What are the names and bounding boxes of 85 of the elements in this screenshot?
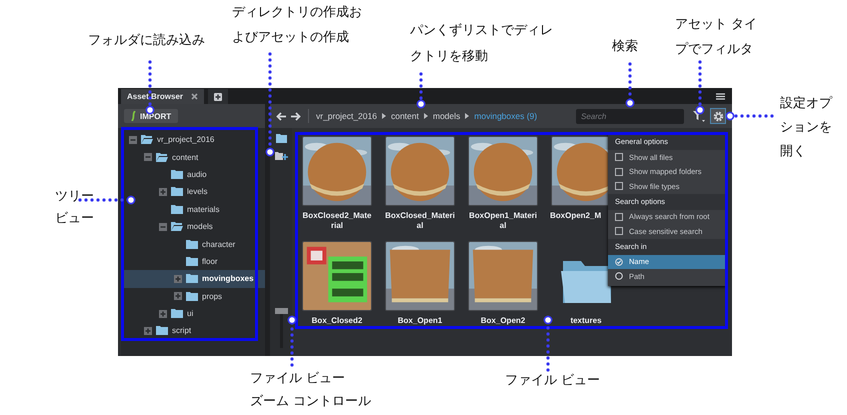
file-name: Box_Open2 — [480, 316, 526, 326]
callout-label: ディレクトリの作成およびアセットの作成 — [232, 4, 363, 47]
folder-icon — [171, 309, 183, 318]
callout-label: ズーム コントロール — [250, 393, 372, 411]
callout-label: ツリービュー — [55, 188, 95, 228]
search-field[interactable]: Search — [576, 108, 684, 124]
folder-icon — [186, 274, 198, 284]
radio-button[interactable] — [615, 272, 623, 280]
tree-item[interactable]: materials — [121, 200, 265, 218]
folder-icon — [156, 152, 168, 162]
tree-item[interactable]: character — [121, 235, 265, 253]
leader-line — [78, 196, 136, 204]
folder-icon — [186, 256, 198, 266]
toggle-icon[interactable] — [159, 188, 167, 196]
close-icon[interactable] — [191, 93, 198, 100]
leader-line — [544, 316, 552, 372]
leader-line — [696, 60, 704, 114]
leader-line — [288, 316, 296, 367]
toggle-icon[interactable] — [129, 136, 137, 144]
breadcrumb-link[interactable]: vr_project_2016 — [316, 111, 377, 121]
folder-icon — [141, 135, 153, 144]
tree-item[interactable]: script — [121, 322, 265, 340]
radio-button[interactable] — [615, 258, 623, 266]
folder-icon — [156, 326, 168, 336]
toggle-icon[interactable] — [144, 326, 152, 335]
toggle-icon[interactable] — [174, 292, 182, 300]
tree-item[interactable]: movingboxes — [121, 270, 265, 288]
callout-label: フォルダに読み込み — [88, 32, 205, 50]
folder-icon — [171, 222, 183, 232]
tree-item[interactable]: content — [121, 148, 265, 166]
new-folder-icon[interactable] — [274, 150, 288, 161]
callout-label: アセット タイプでフィルタ — [675, 16, 758, 59]
toggle-icon[interactable] — [159, 222, 167, 231]
back-arrow-icon[interactable] — [276, 112, 286, 120]
caret-icon — [382, 113, 386, 119]
file-name: BoxOpen1_Material — [468, 211, 538, 231]
tree-item[interactable]: floor — [121, 252, 265, 270]
file-name: BoxClosed2_Material — [302, 211, 372, 231]
plus-icon[interactable] — [214, 92, 222, 100]
folder-icon[interactable] — [276, 134, 286, 143]
settings-button[interactable] — [710, 108, 726, 124]
menu-icon[interactable] — [716, 93, 725, 100]
folder-icon — [186, 240, 198, 249]
tree-item[interactable]: ui — [121, 304, 265, 322]
tree-item[interactable]: levels — [121, 183, 265, 201]
callout-label: 設定オプションを開く — [780, 95, 834, 161]
file-name: BoxOpen2_M — [550, 211, 602, 221]
file-name: Box_Closed2 — [310, 316, 364, 326]
toggle-icon[interactable] — [174, 274, 182, 283]
toggle-icon[interactable] — [144, 153, 152, 162]
checkbox[interactable] — [615, 182, 623, 190]
breadcrumb-link[interactable]: content — [390, 111, 419, 121]
tree-item[interactable]: props — [121, 288, 265, 305]
leader-line — [626, 62, 634, 108]
tree-item[interactable]: audio — [121, 166, 265, 184]
forward-arrow-icon[interactable] — [291, 112, 301, 120]
breadcrumb-link[interactable]: models — [432, 111, 460, 121]
checkbox[interactable] — [615, 153, 623, 162]
checkbox[interactable] — [615, 168, 623, 176]
folder-icon — [186, 292, 198, 301]
breadcrumb-link[interactable]: movingboxes (9) — [474, 111, 538, 121]
callout-label: ファイル ビュー — [250, 370, 346, 388]
leader-line — [726, 112, 774, 120]
file-name: textures — [569, 316, 603, 326]
caret-icon — [465, 113, 470, 119]
add-tab-button[interactable] — [208, 89, 228, 104]
tree-item[interactable]: models — [121, 218, 265, 236]
toggle-icon[interactable] — [159, 310, 167, 318]
leader-line — [416, 72, 426, 108]
tab[interactable]: Asset Browser — [121, 89, 204, 104]
callout-label: パンくずリストでディレクトリを移動 — [410, 22, 554, 66]
checkbox[interactable] — [615, 212, 623, 221]
tree-item[interactable]: vr_project_2016 — [121, 131, 265, 148]
folder-icon — [171, 170, 183, 179]
import-icon — [131, 111, 136, 121]
file-name: BoxClosed_Material — [384, 211, 456, 231]
callout-label: ファイル ビュー — [505, 372, 600, 390]
caret-icon — [424, 113, 428, 119]
folder-icon — [171, 204, 183, 214]
slider-thumb[interactable] — [274, 308, 288, 314]
checkbox[interactable] — [615, 227, 623, 236]
file-name: Box_Open1 — [396, 316, 444, 326]
import-button[interactable]: IMPORT — [124, 109, 178, 123]
folder-icon — [171, 187, 183, 196]
callout-label: 検索 — [612, 38, 638, 56]
